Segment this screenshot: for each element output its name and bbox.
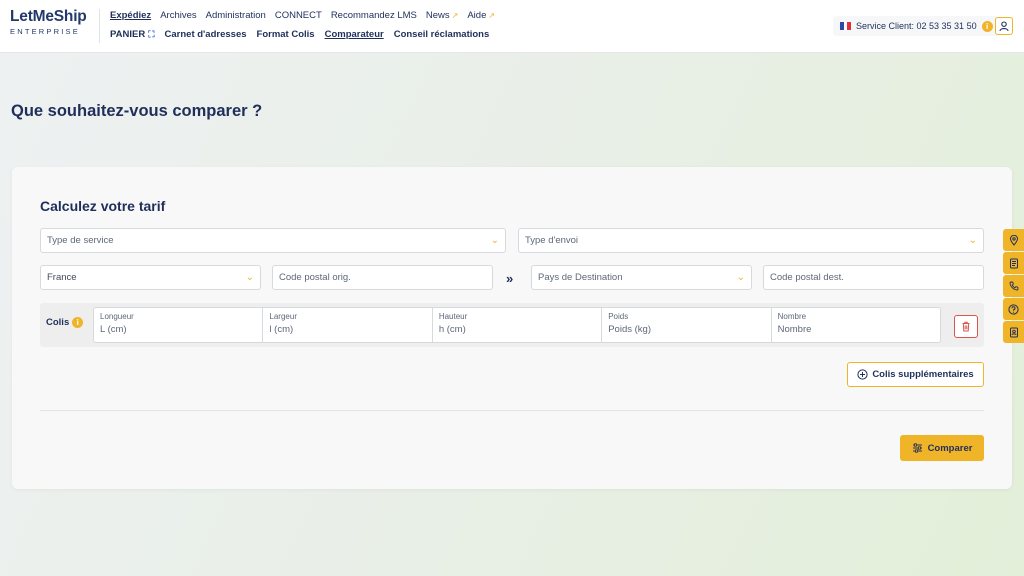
logo-tagline: ENTERPRISE — [10, 27, 80, 36]
calculator-title: Calculez votre tarif — [40, 198, 166, 214]
help-icon — [1008, 303, 1019, 315]
quantity-field[interactable]: Nombre Nombre — [772, 308, 940, 342]
side-tab-documents[interactable] — [1003, 252, 1024, 274]
weight-placeholder: Poids (kg) — [608, 324, 651, 335]
add-parcel-label: Colis supplémentaires — [872, 369, 974, 380]
external-link-icon: ↗ — [488, 11, 496, 20]
top-navigation-bar: LetMeShip ENTERPRISE Expédiez Archives A… — [0, 0, 1024, 53]
weight-field[interactable]: Poids Poids (kg) — [602, 308, 772, 342]
contact-book-icon — [1009, 327, 1018, 337]
service-client-label: Service Client: 02 53 35 31 50 — [856, 21, 977, 31]
shipment-type-placeholder: Type d'envoi — [525, 235, 579, 246]
side-tab-contacts[interactable] — [1003, 321, 1024, 343]
side-tab-phone[interactable] — [1003, 275, 1024, 297]
primary-nav: Expédiez Archives Administration CONNECT… — [110, 10, 495, 21]
weight-label: Poids — [608, 312, 629, 321]
origin-country-value: France — [47, 272, 77, 283]
origin-postal-input[interactable]: Code postal orig. — [272, 265, 493, 290]
add-parcel-button[interactable]: Colis supplémentaires — [847, 362, 984, 387]
letmeship-logo[interactable]: LetMeShip ENTERPRISE — [10, 8, 90, 36]
user-icon — [999, 20, 1009, 31]
info-icon: i — [981, 20, 993, 32]
logo-divider — [99, 9, 100, 43]
external-link-icon: ↗ — [451, 11, 459, 20]
document-icon — [1009, 258, 1018, 268]
side-tab-location[interactable] — [1003, 229, 1024, 251]
length-placeholder: L (cm) — [100, 324, 127, 335]
side-quick-actions — [1003, 229, 1024, 344]
height-placeholder: h (cm) — [438, 324, 466, 335]
nav-carnet-adresses[interactable]: Carnet d'adresses — [165, 29, 247, 40]
nav-news-label: News — [425, 10, 450, 21]
destination-postal-input[interactable]: Code postal dest. — [763, 265, 984, 290]
phone-icon — [1009, 281, 1018, 291]
width-field[interactable]: Largeur l (cm) — [263, 308, 433, 342]
section-divider — [40, 410, 984, 411]
trash-icon — [962, 321, 970, 332]
plus-circle-icon — [857, 369, 868, 380]
destination-country-placeholder: Pays de Destination — [538, 272, 623, 283]
length-field[interactable]: Longueur L (cm) — [94, 308, 264, 342]
logo-wordmark: LetMeShip — [10, 8, 87, 25]
info-icon[interactable]: i — [72, 317, 84, 328]
parcel-row: Colis i Longueur L (cm) Largeur l (cm) H… — [40, 303, 984, 347]
quantity-placeholder: Nombre — [777, 324, 812, 335]
height-label: Hauteur — [438, 312, 468, 321]
page-title: Que souhaitez-vous comparer ? — [11, 102, 263, 120]
filter-sliders-icon — [912, 443, 922, 453]
cart-icon: ⛶ — [148, 29, 155, 39]
location-pin-icon — [1009, 234, 1018, 246]
nav-panier[interactable]: PANIER ⛶ — [110, 29, 155, 40]
chevron-down-icon: ⌄ — [245, 272, 254, 283]
parcel-dimensions-group: Longueur L (cm) Largeur l (cm) Hauteur h… — [93, 307, 941, 343]
width-placeholder: l (cm) — [269, 324, 294, 335]
nav-panier-label: PANIER — [110, 29, 146, 40]
nav-recommandez-lms[interactable]: Recommandez LMS — [331, 10, 417, 21]
nav-news[interactable]: News ↗ — [426, 10, 458, 21]
secondary-nav: PANIER ⛶ Carnet d'adresses Format Colis C… — [110, 29, 489, 40]
tariff-calculator-card: Calculez votre tarif Type de service ⌄ T… — [12, 167, 1012, 489]
destination-country-select[interactable]: Pays de Destination ⌄ — [531, 265, 752, 290]
destination-postal-placeholder: Code postal dest. — [770, 272, 844, 283]
service-type-select[interactable]: Type de service ⌄ — [40, 228, 506, 253]
service-client-badge[interactable]: Service Client: 02 53 35 31 50 i — [833, 16, 1000, 36]
length-label: Longueur — [100, 312, 134, 321]
service-type-placeholder: Type de service — [47, 235, 114, 246]
user-account-button[interactable] — [995, 17, 1013, 35]
nav-expediez[interactable]: Expédiez — [110, 10, 151, 21]
direction-arrows-icon: » — [506, 271, 514, 286]
nav-conseil-reclamations[interactable]: Conseil réclamations — [394, 29, 490, 40]
french-flag-icon — [840, 22, 852, 30]
height-field[interactable]: Hauteur h (cm) — [433, 308, 603, 342]
chevron-down-icon: ⌄ — [736, 272, 745, 283]
compare-button[interactable]: Comparer — [900, 435, 984, 461]
nav-format-colis[interactable]: Format Colis — [257, 29, 315, 40]
quantity-label: Nombre — [777, 312, 807, 321]
chevron-down-icon: ⌄ — [968, 235, 977, 246]
parcel-label: Colis i — [46, 317, 84, 328]
delete-parcel-button[interactable] — [954, 315, 978, 338]
chevron-down-icon: ⌄ — [490, 235, 499, 246]
origin-postal-placeholder: Code postal orig. — [279, 272, 351, 283]
shipment-type-select[interactable]: Type d'envoi ⌄ — [518, 228, 984, 253]
nav-administration[interactable]: Administration — [206, 10, 266, 21]
side-tab-help[interactable] — [1003, 298, 1024, 320]
nav-archives[interactable]: Archives — [160, 10, 196, 21]
nav-connect[interactable]: CONNECT — [275, 10, 322, 21]
nav-aide[interactable]: Aide ↗ — [467, 10, 495, 21]
parcel-label-text: Colis — [46, 317, 70, 328]
origin-country-select[interactable]: France ⌄ — [40, 265, 261, 290]
nav-aide-label: Aide — [467, 10, 487, 21]
nav-comparateur[interactable]: Comparateur — [325, 29, 384, 40]
width-label: Largeur — [269, 312, 297, 321]
compare-label: Comparer — [927, 442, 973, 454]
